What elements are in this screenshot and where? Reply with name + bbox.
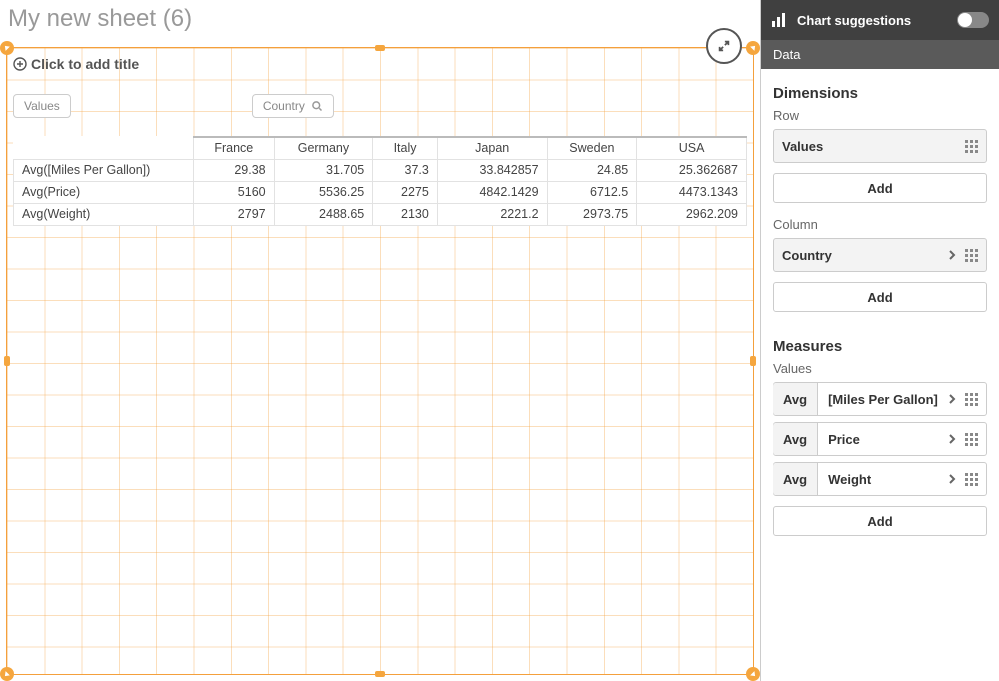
chevron-right-icon <box>947 248 957 263</box>
row-label[interactable]: Avg([Miles Per Gallon]) <box>14 159 194 181</box>
cell[interactable]: 2275 <box>373 181 438 203</box>
column-header[interactable]: Sweden <box>547 137 637 159</box>
chevron-right-icon <box>947 472 957 487</box>
country-chip[interactable]: Country <box>252 94 334 118</box>
row-label[interactable]: Avg(Price) <box>14 181 194 203</box>
chevron-right-icon <box>947 432 957 447</box>
panel-header-title: Chart suggestions <box>797 13 947 28</box>
sheet-title[interactable]: My new sheet (6) <box>8 5 192 33</box>
column-header[interactable]: France <box>194 137 275 159</box>
fullscreen-button[interactable] <box>706 28 742 64</box>
cell[interactable]: 4473.1343 <box>637 181 747 203</box>
cell[interactable]: 2130 <box>373 203 438 225</box>
cell[interactable]: 2962.209 <box>637 203 747 225</box>
row-label[interactable]: Avg(Weight) <box>14 203 194 225</box>
measures-sub-label: Values <box>773 361 987 376</box>
chart-suggestions-icon <box>771 12 787 28</box>
pivot-table[interactable]: FranceGermanyItalyJapanSwedenUSA Avg([Mi… <box>13 136 747 226</box>
cell[interactable]: 31.705 <box>274 159 373 181</box>
measure-name: [Miles Per Gallon] <box>828 392 947 407</box>
drag-handle-icon[interactable] <box>965 393 978 406</box>
measure-agg: Avg <box>773 423 818 455</box>
table-row: Avg(Price)51605536.2522754842.14296712.5… <box>14 181 747 203</box>
measure-agg: Avg <box>773 463 818 495</box>
properties-panel: Chart suggestions Data Dimensions Row Va… <box>760 0 999 681</box>
column-header[interactable]: Italy <box>373 137 438 159</box>
cell[interactable]: 33.842857 <box>437 159 547 181</box>
dimensions-column-label: Column <box>773 217 987 232</box>
column-header[interactable]: Japan <box>437 137 547 159</box>
cell[interactable]: 2221.2 <box>437 203 547 225</box>
expand-icon <box>717 39 731 53</box>
column-header[interactable]: USA <box>637 137 747 159</box>
cell[interactable]: 6712.5 <box>547 181 637 203</box>
cell[interactable]: 5160 <box>194 181 275 203</box>
measures-heading: Measures <box>773 338 987 355</box>
cell[interactable]: 29.38 <box>194 159 275 181</box>
dimension-column-item[interactable]: Country <box>773 238 987 272</box>
add-column-dimension-button[interactable]: Add <box>773 282 987 312</box>
cell[interactable]: 4842.1429 <box>437 181 547 203</box>
chart-suggestions-toggle[interactable] <box>957 12 989 28</box>
drag-handle-icon[interactable] <box>965 433 978 446</box>
column-header[interactable]: Germany <box>274 137 373 159</box>
measure-name: Weight <box>828 472 947 487</box>
drag-handle-icon[interactable] <box>965 140 978 153</box>
chart-title-placeholder[interactable]: Click to add title <box>13 56 139 72</box>
chart-title-placeholder-text: Click to add title <box>31 56 139 72</box>
measure-name: Price <box>828 432 947 447</box>
cell[interactable]: 5536.25 <box>274 181 373 203</box>
plus-icon <box>13 57 27 71</box>
measure-item[interactable]: Avg Price <box>773 422 987 456</box>
cell[interactable]: 2488.65 <box>274 203 373 225</box>
add-row-dimension-button[interactable]: Add <box>773 173 987 203</box>
drag-handle-icon[interactable] <box>965 473 978 486</box>
cell[interactable]: 2973.75 <box>547 203 637 225</box>
add-measure-button[interactable]: Add <box>773 506 987 536</box>
measure-item[interactable]: Avg [Miles Per Gallon] <box>773 382 987 416</box>
dimensions-row-label: Row <box>773 108 987 123</box>
cell[interactable]: 37.3 <box>373 159 438 181</box>
search-icon <box>311 100 323 112</box>
cell[interactable]: 24.85 <box>547 159 637 181</box>
measure-agg: Avg <box>773 383 818 415</box>
values-chip[interactable]: Values <box>13 94 71 118</box>
dimension-row-item[interactable]: Values <box>773 129 987 163</box>
panel-header: Chart suggestions <box>761 0 999 40</box>
table-row: Avg(Weight)27972488.6521302221.22973.752… <box>14 203 747 225</box>
cell[interactable]: 25.362687 <box>637 159 747 181</box>
chevron-right-icon <box>947 392 957 407</box>
cell[interactable]: 2797 <box>194 203 275 225</box>
drag-handle-icon[interactable] <box>965 249 978 262</box>
object-selection-frame[interactable]: Click to add title Values Country <box>6 47 754 675</box>
table-row: Avg([Miles Per Gallon])29.3831.70537.333… <box>14 159 747 181</box>
measure-item[interactable]: Avg Weight <box>773 462 987 496</box>
dimensions-heading: Dimensions <box>773 85 987 102</box>
panel-section-data[interactable]: Data <box>761 40 999 69</box>
sheet-canvas: My new sheet (6) Click to add title <box>0 0 760 681</box>
